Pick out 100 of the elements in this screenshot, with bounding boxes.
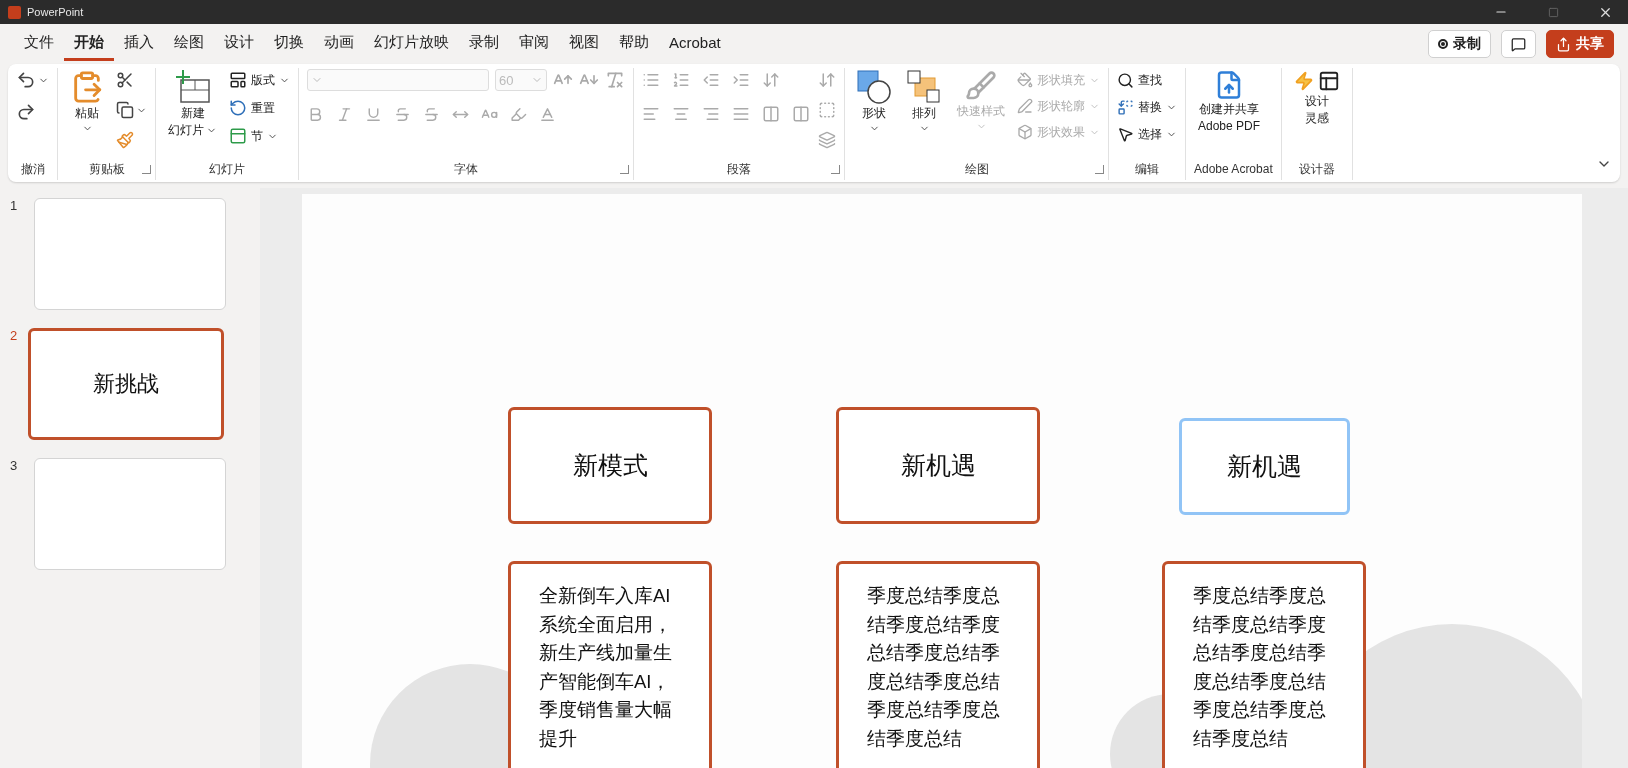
slide-thumbnail[interactable]: [34, 198, 226, 310]
menu-tab[interactable]: 设计: [214, 27, 264, 61]
undo-icon: [16, 70, 36, 90]
dialog-launcher-icon[interactable]: [142, 165, 151, 174]
slides-menu-button[interactable]: 重置: [229, 96, 275, 120]
clear-formatting-icon: [605, 70, 625, 90]
lightning-icon: [1293, 71, 1314, 91]
title-text-box[interactable]: 新机遇: [1179, 418, 1350, 515]
share-icon: [1556, 36, 1571, 52]
title-text-box[interactable]: 新模式: [508, 407, 712, 524]
share-button[interactable]: 共享: [1546, 30, 1614, 58]
search-icon: [1117, 71, 1134, 89]
menu-tab[interactable]: 切换: [264, 27, 314, 61]
group-label: 段落: [727, 160, 751, 178]
dialog-launcher-icon[interactable]: [1095, 165, 1104, 174]
align-right-icon: [702, 105, 720, 123]
font-color-icon: [539, 105, 556, 123]
pen-icon: [1017, 98, 1033, 114]
editing-button[interactable]: 查找: [1117, 68, 1162, 92]
editing-button[interactable]: 替换: [1117, 95, 1177, 119]
layout-icon: [1317, 70, 1340, 92]
increase-indent-icon: [732, 71, 750, 89]
group-label: 撤消: [20, 160, 45, 178]
line-spacing-icon: [762, 71, 780, 89]
arrange-icon: [907, 70, 941, 104]
pointer-icon: [1117, 125, 1134, 143]
new-slide-icon: [174, 70, 211, 104]
columns-icon: [792, 105, 810, 123]
group-label: 剪贴板: [88, 160, 125, 178]
smartart-icon: [818, 131, 836, 149]
underline-icon: [365, 105, 382, 123]
section-icon: [229, 127, 247, 145]
align-left-icon: [642, 105, 660, 123]
menu-tab[interactable]: 帮助: [609, 27, 659, 61]
menu-tab[interactable]: 文件: [14, 27, 64, 61]
menu-tab[interactable]: 幻灯片放映: [364, 27, 459, 61]
slide-thumbnail[interactable]: [34, 458, 226, 570]
group-label: Adobe Acrobat: [1194, 161, 1273, 178]
slides-menu-button[interactable]: 版式: [229, 68, 290, 92]
slides-menu-button[interactable]: 节: [229, 124, 278, 148]
brush-icon: [965, 70, 997, 102]
align-text-icon: [818, 101, 836, 119]
editing-button[interactable]: 选择: [1117, 122, 1177, 146]
menu-tab[interactable]: 绘图: [164, 27, 214, 61]
reset-icon: [229, 99, 247, 117]
design-ideas-button[interactable]: 设计 灵感: [1289, 68, 1344, 128]
comments-button[interactable]: [1501, 30, 1536, 58]
copy-icon: [116, 101, 134, 119]
slide-number: 1: [10, 198, 19, 213]
slide-thumbnail[interactable]: 新挑战: [28, 328, 224, 440]
menu-tab[interactable]: Acrobat: [659, 28, 731, 60]
menu-tab[interactable]: 视图: [559, 27, 609, 61]
group-label: 幻灯片: [209, 160, 245, 178]
group-label: 编辑: [1135, 160, 1159, 178]
menu-tab[interactable]: 录制: [459, 27, 509, 61]
maximize-icon: [1547, 6, 1559, 18]
menu-tab[interactable]: 插入: [114, 27, 164, 61]
text-direction-icon: [818, 71, 836, 89]
create-pdf-button[interactable]: 创建并共享 Adobe PDF: [1194, 68, 1265, 136]
powerpoint-icon: [8, 5, 21, 19]
strikethrough-icon: [423, 105, 440, 123]
layout-icon: [229, 71, 247, 89]
shapes-icon: [857, 70, 891, 104]
scissors-icon: [116, 71, 134, 89]
record-button[interactable]: 录制: [1428, 30, 1491, 58]
justify-icon: [732, 105, 750, 123]
group-label: 字体: [454, 160, 478, 178]
thumbnail-title: 新挑战: [93, 370, 159, 398]
paint-bucket-icon: [1017, 72, 1033, 88]
menu-tab[interactable]: 动画: [314, 27, 364, 61]
distributed-icon: [762, 105, 780, 123]
paste-button[interactable]: 粘贴: [66, 68, 108, 136]
body-text-box[interactable]: 季度总结季度总结季度总结季度总结季度总结季度总结季度总结季度总结季度总结季度总结: [836, 561, 1040, 768]
replace-icon: [1117, 98, 1134, 116]
menu-tab[interactable]: 审阅: [509, 27, 559, 61]
shadow-icon: [394, 105, 411, 123]
italic-icon: [336, 105, 353, 123]
record-icon: [1438, 39, 1448, 49]
comment-icon: [1511, 36, 1526, 52]
body-text: 全新倒车入库AI系统全面启用，新生产线加量生产智能倒车AI，季度销售量大幅提升: [539, 584, 673, 751]
app-title: PowerPoint: [27, 6, 85, 18]
align-center-icon: [672, 105, 690, 123]
body-text-box[interactable]: 季度总结季度总结季度总结季度总结季度总结季度总结季度总结季度总结季度总结季度总结: [1162, 561, 1366, 768]
bullets-icon: [642, 71, 660, 89]
body-text: 季度总结季度总结季度总结季度总结季度总结季度总结季度总结季度总结季度总结季度总结: [867, 584, 1001, 751]
menu-tab[interactable]: 开始: [64, 27, 114, 61]
arrange-button[interactable]: 排列: [903, 68, 945, 136]
group-label: 绘图: [964, 160, 989, 178]
paintbrush-icon: [116, 131, 134, 149]
slide-number: 2: [10, 328, 19, 343]
shapes-button[interactable]: 形状: [853, 68, 895, 136]
slide-number: 3: [10, 458, 19, 473]
group-label: 设计器: [1298, 160, 1335, 178]
cube-icon: [1017, 124, 1033, 140]
body-text-box[interactable]: 全新倒车入库AI系统全面启用，新生产线加量生产智能倒车AI，季度销售量大幅提升: [508, 561, 712, 768]
title-text-box[interactable]: 新机遇: [836, 407, 1040, 524]
highlighter-icon: [510, 105, 527, 123]
redo-icon: [16, 102, 36, 122]
new-slide-button[interactable]: 新建 幻灯片: [164, 68, 221, 140]
body-text: 季度总结季度总结季度总结季度总结季度总结季度总结季度总结季度总结季度总结季度总结: [1193, 584, 1327, 751]
